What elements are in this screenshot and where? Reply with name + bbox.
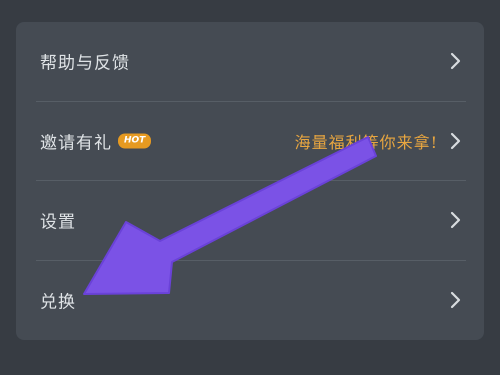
menu-item-label: 兑换 bbox=[40, 292, 76, 313]
chevron-right-icon bbox=[450, 132, 462, 150]
settings-menu-card: 帮助与反馈 邀请有礼 HOT 海量福利等你来拿! 设置 兑换 bbox=[16, 22, 484, 340]
menu-item-redeem[interactable]: 兑换 bbox=[16, 261, 484, 339]
hot-badge: HOT bbox=[118, 133, 152, 149]
menu-item-invite[interactable]: 邀请有礼 HOT 海量福利等你来拿! bbox=[16, 102, 484, 180]
promo-text: 海量福利等你来拿! bbox=[294, 133, 438, 152]
chevron-right-icon bbox=[450, 52, 462, 70]
menu-item-label: 邀请有礼 bbox=[40, 133, 112, 154]
menu-item-help-feedback[interactable]: 帮助与反馈 bbox=[16, 22, 484, 100]
chevron-right-icon bbox=[450, 211, 462, 229]
menu-item-label: 帮助与反馈 bbox=[40, 53, 130, 74]
menu-item-label: 设置 bbox=[40, 212, 76, 233]
menu-item-settings[interactable]: 设置 bbox=[16, 181, 484, 259]
chevron-right-icon bbox=[450, 291, 462, 309]
